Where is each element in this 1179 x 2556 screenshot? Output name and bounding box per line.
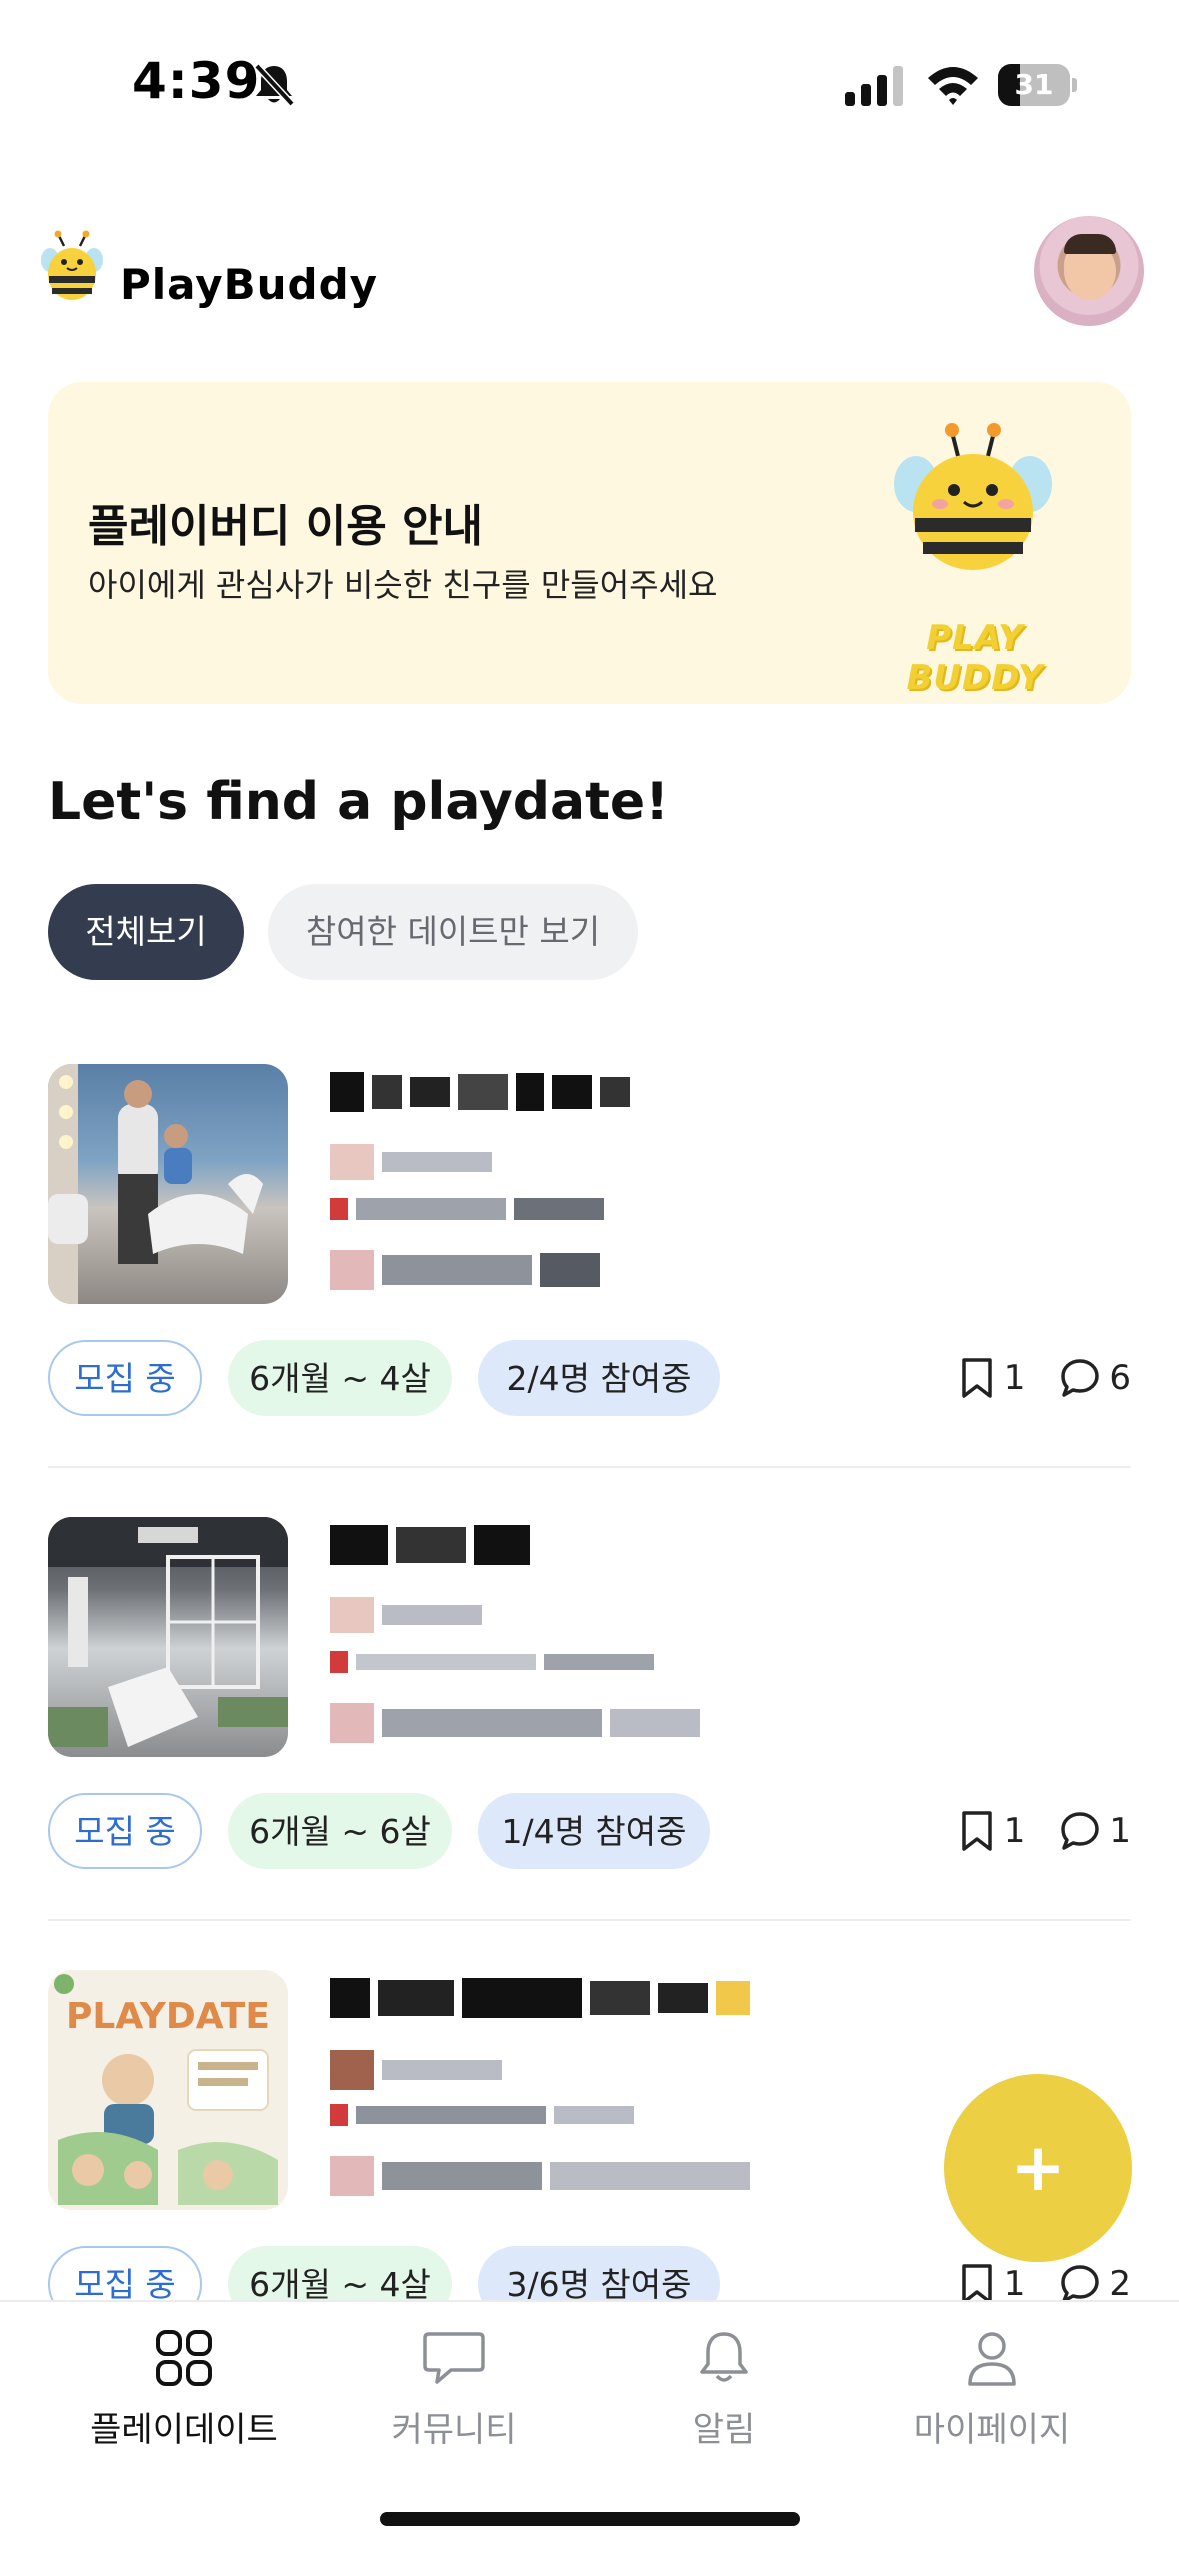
comment-icon[interactable] (1059, 1357, 1101, 1399)
playdate-card[interactable]: 모집 중 6개월 ~ 4살 2/4명 참여중 1 6 (48, 1064, 1131, 1504)
status-tag: 모집 중 (48, 1793, 202, 1869)
banner-subtitle: 아이에게 관심사가 비슷한 친구를 만들어주세요 (88, 566, 718, 604)
bee-mascot-icon (894, 423, 1052, 570)
nav-playdate[interactable]: 플레이데이트 (54, 2328, 314, 2488)
battery-indicator: 31 (998, 64, 1078, 106)
comment-count: 6 (1109, 1358, 1131, 1398)
comment-count: 2 (1109, 2264, 1131, 2304)
card-divider (48, 1466, 1131, 1468)
grid-icon (156, 2330, 212, 2386)
playdate-thumbnail (48, 1517, 288, 1757)
nav-label-mypage: 마이페이지 (913, 2410, 1071, 2450)
bookmark-count: 1 (1003, 1358, 1026, 1398)
app-title: PlayBuddy (120, 260, 379, 309)
redacted-host (330, 2050, 510, 2090)
redacted-date (330, 1250, 608, 1290)
card-stats: 1 1 (958, 1795, 1131, 1867)
status-time: 4:39 (132, 52, 261, 110)
cellular-signal-icon (845, 66, 903, 106)
redacted-title (330, 1978, 758, 2018)
redacted-host (330, 1597, 490, 1633)
playdate-thumbnail: PLAYDATE (48, 1970, 288, 2210)
bell-icon (700, 2332, 748, 2382)
filter-all-button[interactable]: 전체보기 (48, 884, 244, 980)
create-playdate-button[interactable]: + (944, 2074, 1132, 2262)
nav-community[interactable]: 커뮤니티 (324, 2328, 584, 2488)
age-range-tag: 6개월 ~ 4살 (228, 1340, 452, 1416)
bookmark-count: 1 (1003, 1811, 1026, 1851)
notice-banner[interactable]: 플레이버디 이용 안내 아이에게 관심사가 비슷한 친구를 만들어주세요 PLA… (48, 382, 1131, 704)
comment-icon[interactable] (1059, 2263, 1101, 2305)
fab-label: + (1010, 2129, 1066, 2206)
battery-percent: 31 (1014, 68, 1054, 101)
person-icon (968, 2332, 1016, 2386)
bell-off-icon (254, 63, 295, 107)
nav-label-notifications: 알림 (692, 2410, 756, 2450)
nav-notifications[interactable]: 알림 (594, 2328, 854, 2488)
bookmark-icon[interactable] (958, 2263, 996, 2305)
playdate-thumbnail (48, 1064, 288, 1304)
age-range-tag: 6개월 ~ 6살 (228, 1793, 452, 1869)
redacted-title (330, 1525, 538, 1565)
banner-title: 플레이버디 이용 안내 (88, 501, 483, 552)
profile-avatar[interactable] (1034, 216, 1144, 326)
playdate-card[interactable]: 모집 중 6개월 ~ 6살 1/4명 참여중 1 1 (48, 1517, 1131, 1957)
nav-label-community: 커뮤니티 (391, 2410, 517, 2450)
nav-mypage[interactable]: 마이페이지 (862, 2328, 1122, 2488)
section-title: Let's find a playdate! (48, 772, 669, 832)
nav-label-playdate: 플레이데이트 (90, 2410, 278, 2450)
redacted-date (330, 1703, 708, 1743)
filter-joined-button[interactable]: 참여한 데이트만 보기 (268, 884, 638, 980)
card-stats: 1 6 (958, 1342, 1131, 1414)
wifi-icon (928, 67, 978, 105)
redacted-location (330, 2104, 642, 2126)
home-indicator (380, 2512, 800, 2526)
participants-tag: 1/4명 참여중 (478, 1793, 710, 1869)
bee-logo-icon (41, 230, 103, 300)
participants-tag: 2/4명 참여중 (478, 1340, 720, 1416)
card-divider (48, 1919, 1131, 1921)
bookmark-icon[interactable] (958, 1810, 996, 1852)
banner-brand-logo: PLAY BUDDY (906, 618, 1044, 698)
status-bar: 4:39 31 (0, 0, 1179, 150)
redacted-location (330, 1651, 662, 1673)
thumb-playdate-text: PLAYDATE (66, 1996, 270, 2037)
redacted-location (330, 1198, 612, 1220)
redacted-host (330, 1144, 500, 1180)
redacted-title (330, 1072, 638, 1112)
comment-count: 1 (1109, 1811, 1131, 1851)
avatar-hair (1064, 234, 1116, 254)
bookmark-count: 1 (1003, 2264, 1026, 2304)
app-header: PlayBuddy (0, 200, 1179, 360)
bookmark-icon[interactable] (958, 1357, 996, 1399)
comment-icon[interactable] (1059, 1810, 1101, 1852)
status-tag: 모집 중 (48, 1340, 202, 1416)
redacted-date (330, 2156, 758, 2196)
chat-icon (423, 2332, 485, 2384)
